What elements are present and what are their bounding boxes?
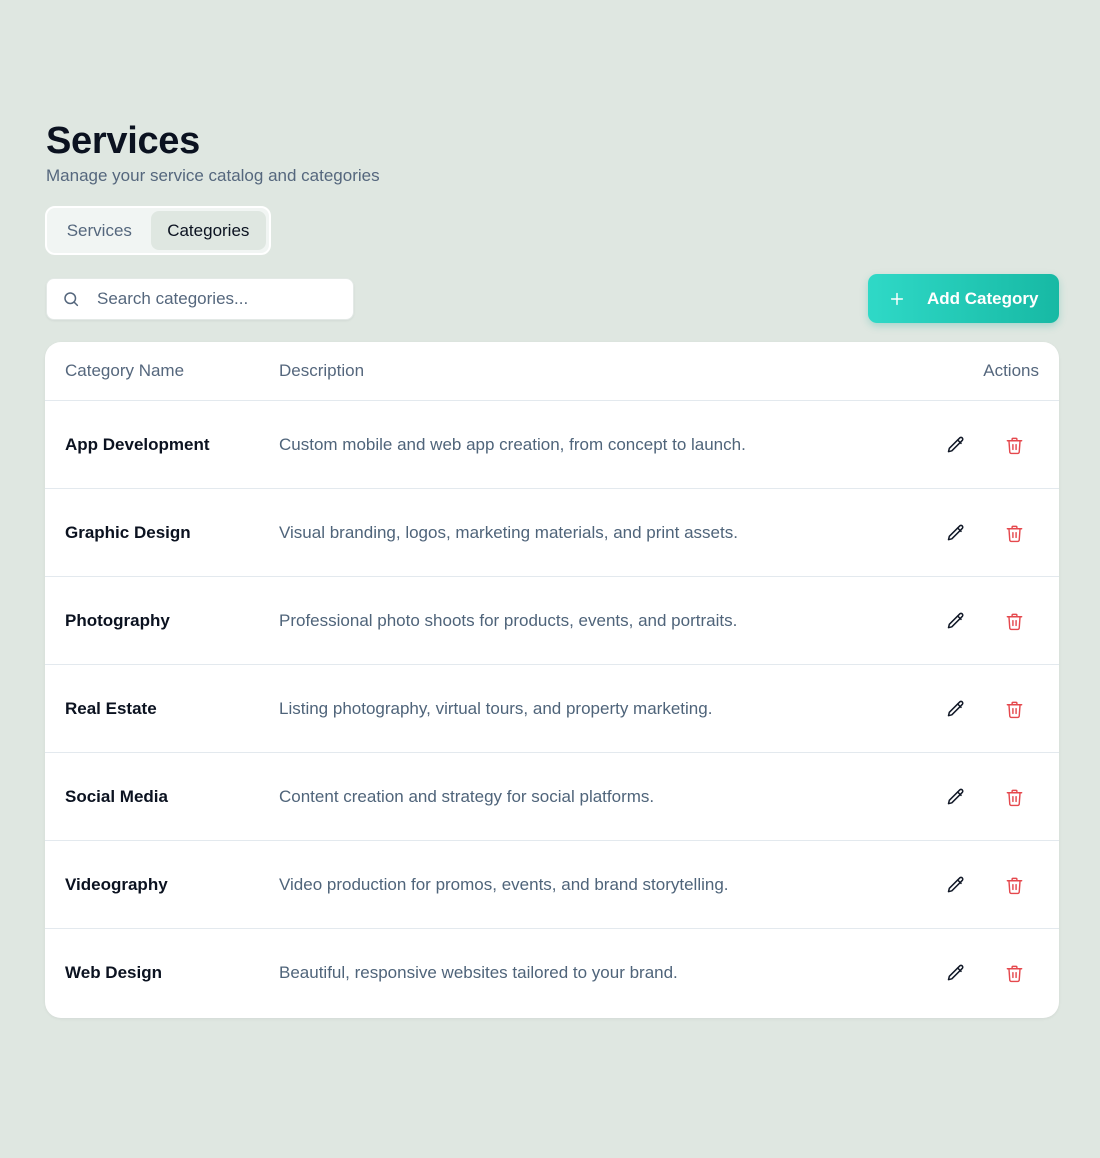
trash-icon[interactable] — [1003, 522, 1025, 544]
table-row: Photography Professional photo shoots for… — [45, 577, 1059, 665]
pencil-icon[interactable] — [945, 434, 967, 456]
tab-categories[interactable]: Categories — [150, 211, 266, 250]
table-header: Category Name Description Actions — [45, 342, 1059, 401]
pencil-icon[interactable] — [945, 522, 967, 544]
category-description-cell: Video production for promos, events, and… — [279, 875, 729, 894]
trash-icon[interactable] — [1003, 962, 1025, 984]
trash-icon[interactable] — [1003, 786, 1025, 808]
search-icon — [61, 289, 81, 309]
category-description-cell: Listing photography, virtual tours, and … — [279, 699, 713, 718]
page-subtitle: Manage your service catalog and categori… — [46, 166, 380, 185]
table-row: Videography Video production for promos, … — [45, 841, 1059, 929]
table-row: Social Media Content creation and strateg… — [45, 753, 1059, 841]
pencil-icon[interactable] — [945, 786, 967, 808]
category-name-cell: App Development — [65, 435, 210, 454]
table-body: App Development Custom mobile and web app… — [45, 401, 1059, 1017]
plus-icon — [888, 290, 906, 308]
pencil-icon[interactable] — [945, 874, 967, 896]
category-name-cell: Graphic Design — [65, 523, 191, 542]
tab-services[interactable]: Services — [50, 211, 149, 250]
page-title: Services — [46, 120, 200, 162]
search-box[interactable] — [46, 278, 354, 320]
table-row: Real Estate Listing photography, virtual … — [45, 665, 1059, 753]
trash-icon[interactable] — [1003, 698, 1025, 720]
pencil-icon[interactable] — [945, 698, 967, 720]
category-name-cell: Social Media — [65, 787, 168, 806]
pencil-icon[interactable] — [945, 962, 967, 984]
column-header-actions: Actions — [983, 361, 1039, 380]
category-name-cell: Real Estate — [65, 699, 157, 718]
trash-icon[interactable] — [1003, 610, 1025, 632]
category-description-cell: Custom mobile and web app creation, from… — [279, 435, 746, 454]
category-name-cell: Videography — [65, 875, 168, 894]
category-description-cell: Professional photo shoots for products, … — [279, 611, 738, 630]
categories-table: Category Name Description Actions App De… — [45, 342, 1059, 1018]
category-name-cell: Web Design — [65, 963, 162, 982]
trash-icon[interactable] — [1003, 874, 1025, 896]
category-description-cell: Beautiful, responsive websites tailored … — [279, 963, 678, 982]
pencil-icon[interactable] — [945, 610, 967, 632]
trash-icon[interactable] — [1003, 434, 1025, 456]
search-input[interactable] — [95, 288, 339, 310]
column-header-description: Description — [279, 361, 365, 380]
add-category-button[interactable]: Add Category — [868, 274, 1059, 323]
add-category-label: Add Category — [927, 288, 1039, 308]
table-row: Web Design Beautiful, responsive websites… — [45, 929, 1059, 1017]
services-page: Services Manage your service catalog and… — [0, 0, 1100, 1158]
category-description-cell: Visual branding, logos, marketing materi… — [279, 523, 738, 542]
table-row: App Development Custom mobile and web app… — [45, 401, 1059, 489]
category-name-cell: Photography — [65, 611, 170, 630]
table-row: Graphic Design Visual branding, logos, ma… — [45, 489, 1059, 577]
category-description-cell: Content creation and strategy for social… — [279, 787, 655, 806]
column-header-category-name: Category Name — [65, 361, 185, 380]
tab-group: Services Categories — [45, 206, 271, 255]
